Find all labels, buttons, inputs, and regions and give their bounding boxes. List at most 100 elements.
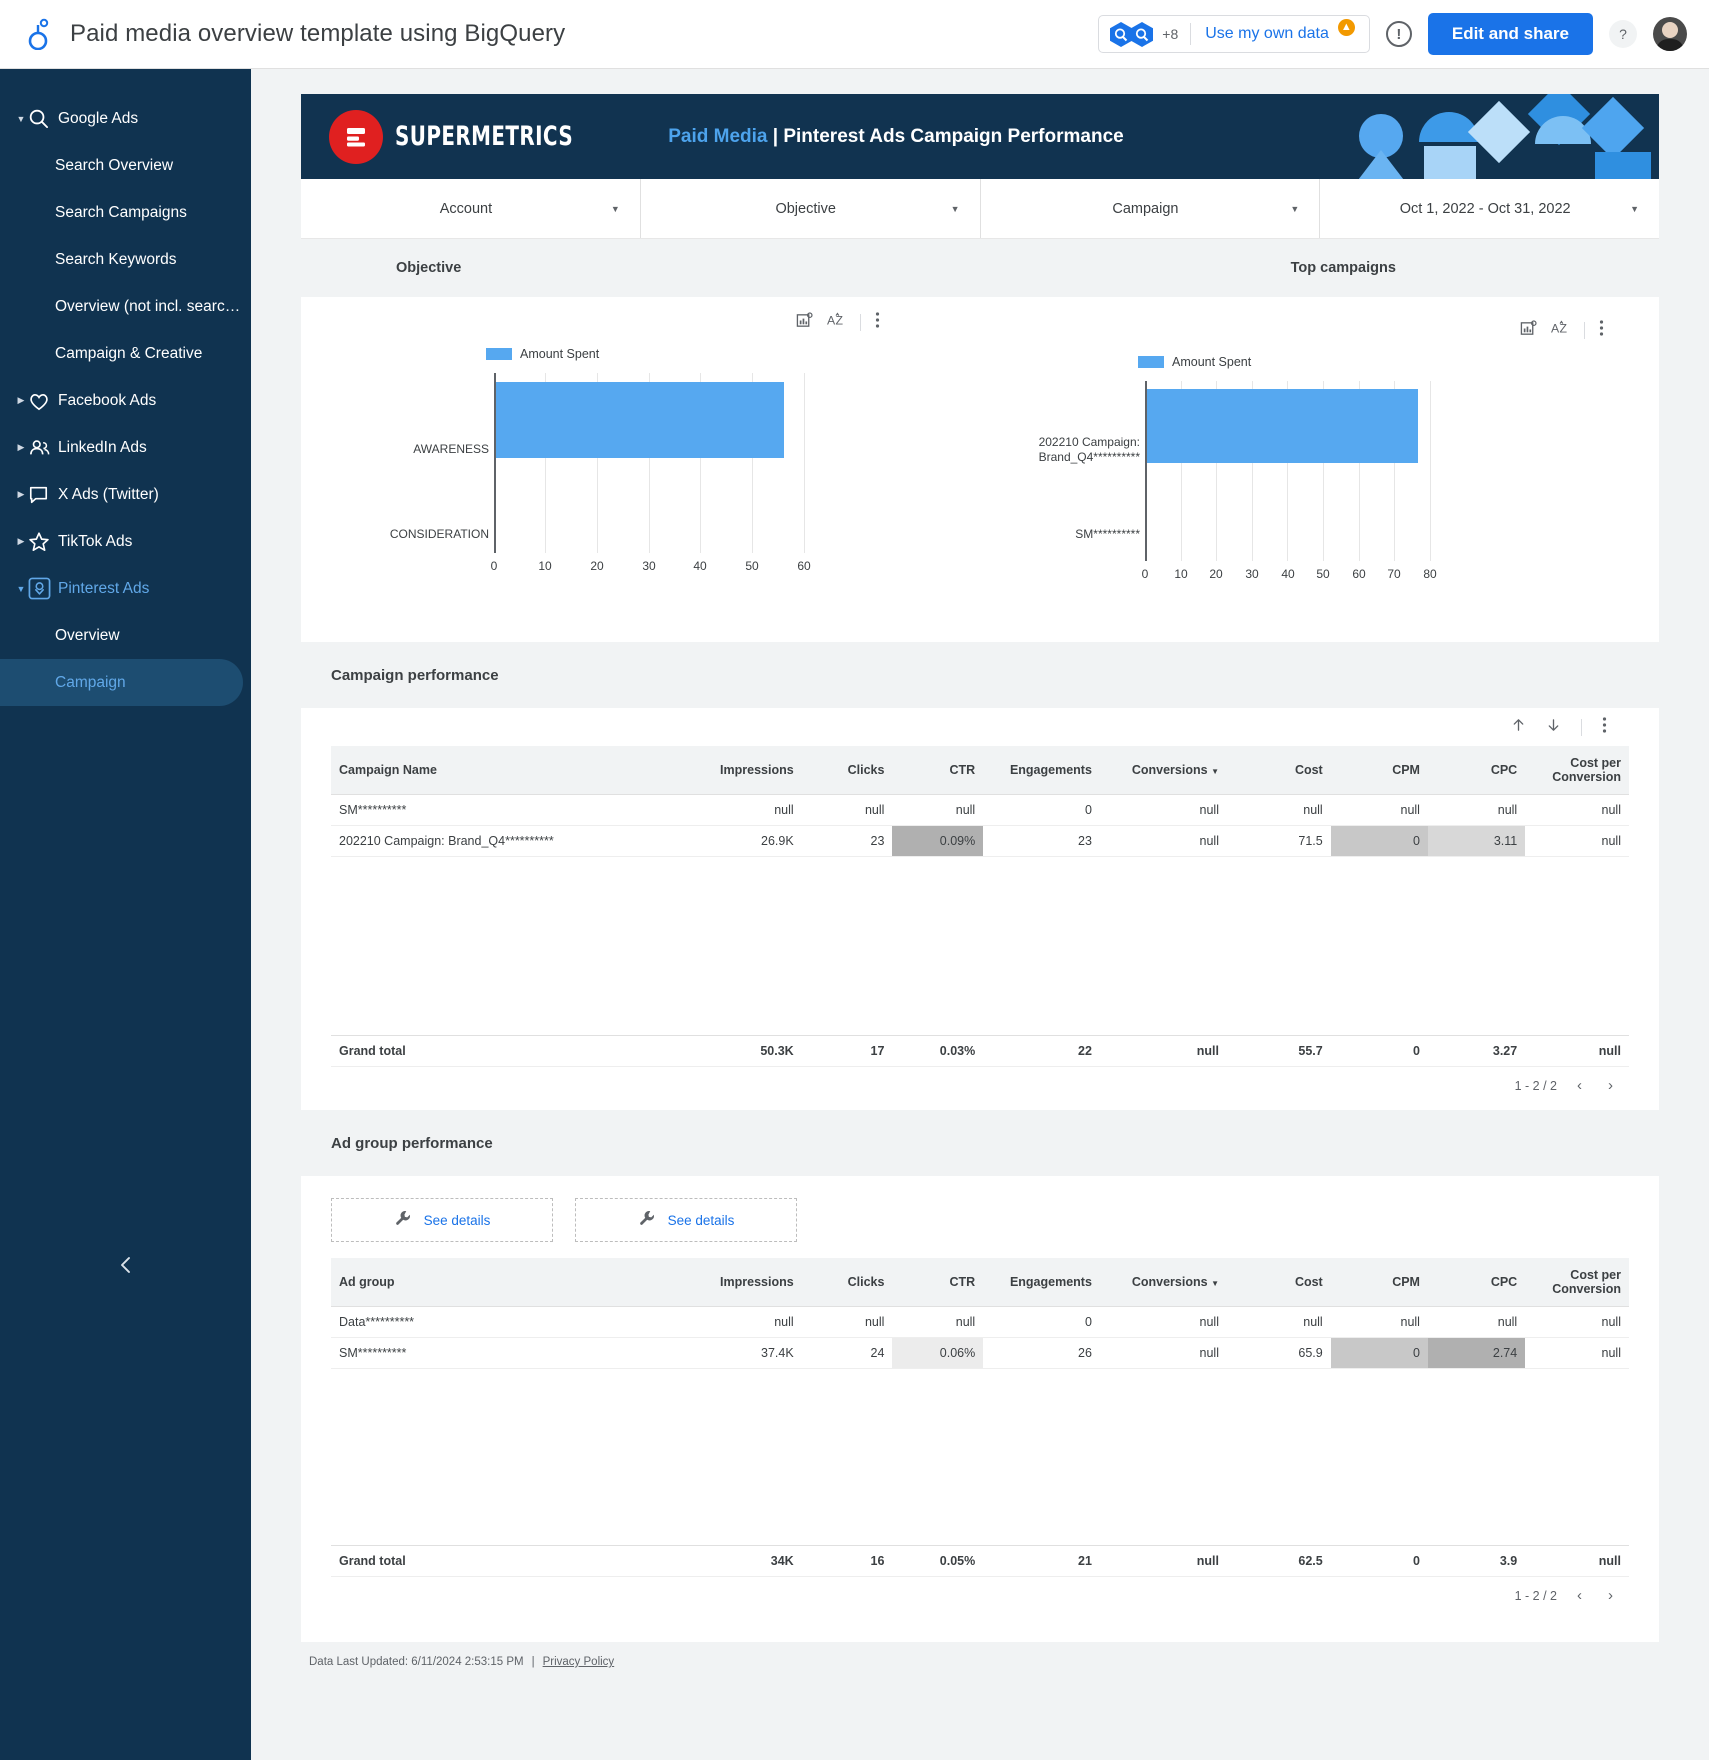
column-header-conversions[interactable]: Conversions ▼ [1099,746,1227,795]
table-row[interactable]: Data********** null null null 0 null nul… [331,1306,1629,1338]
column-header-conversions[interactable]: Conversions ▼ [1099,1258,1227,1307]
filter-date-range[interactable]: Oct 1, 2022 - Oct 31, 2022 ▼ [1319,179,1659,238]
chart-x-tick: 20 [590,559,604,573]
chart-x-tick: 40 [693,559,707,573]
see-details-button-2[interactable]: See details [575,1198,797,1242]
sidebar-item-facebook-ads[interactable]: ▶ Facebook Ads [0,377,251,424]
column-header-cost[interactable]: Cost [1226,1258,1331,1307]
column-header-engagements[interactable]: Engagements [983,746,1100,795]
sidebar-item-pinterest-overview[interactable]: Overview [0,612,251,659]
divider [860,314,861,331]
chevron-down-icon: ▼ [1211,1279,1219,1288]
chart-config-icon[interactable] [796,311,813,334]
chevron-right-icon[interactable]: › [1602,1077,1619,1094]
report-title-prefix: Paid Media [668,125,768,147]
caret-right-icon[interactable]: ▶ [14,395,28,406]
arrow-up-icon[interactable] [1511,717,1526,738]
cell-ctr: null [892,794,984,826]
caret-right-icon[interactable]: ▶ [14,536,28,547]
column-header-cpc[interactable]: CPC [1427,1258,1526,1307]
filter-account[interactable]: Account ▼ [301,179,640,238]
chevron-down-icon: ▼ [1630,203,1639,214]
bar-awareness[interactable] [496,382,784,458]
column-header-ctr[interactable]: CTR [892,1258,984,1307]
user-avatar[interactable] [1653,17,1687,51]
column-header-cost-per-conversion[interactable]: Cost per Conversion [1525,746,1629,795]
table-row[interactable]: 202210 Campaign: Brand_Q4********** 26.9… [331,825,1629,857]
see-details-button-1[interactable]: See details [331,1198,553,1242]
table-row[interactable]: SM********** 37.4K 24 0.06% 26 null 65.9… [331,1337,1629,1369]
sidebar-item-overview-not-incl-search[interactable]: Overview (not incl. searc… [0,283,251,330]
more-vertical-icon[interactable] [875,311,880,334]
caret-right-icon[interactable]: ▶ [14,489,28,500]
bar-campaign-202210[interactable] [1147,389,1418,463]
sidebar-item-pinterest-ads[interactable]: ▼ Pinterest Ads [0,565,251,612]
sidebar-collapse-button[interactable] [0,1245,251,1285]
sidebar-item-search-keywords[interactable]: Search Keywords [0,236,251,283]
sidebar-item-x-ads-twitter[interactable]: ▶ X Ads (Twitter) [0,471,251,518]
caret-right-icon[interactable]: ▶ [14,442,28,453]
column-header-cpm[interactable]: CPM [1330,746,1428,795]
chevron-down-icon: ▼ [1290,203,1300,214]
filter-label: Account [439,200,493,217]
chart-x-tick: 30 [1245,567,1259,581]
column-header-ctr[interactable]: CTR [892,746,984,795]
column-header-impressions[interactable]: Impressions [681,1258,802,1307]
column-header-engagements[interactable]: Engagements [983,1258,1100,1307]
banner-decoration [1358,94,1659,179]
caret-down-icon[interactable]: ▼ [14,114,28,124]
sidebar-item-search-overview[interactable]: Search Overview [0,142,251,189]
chevron-left-icon[interactable]: ‹ [1571,1077,1588,1094]
sidebar-item-tiktok-ads[interactable]: ▶ TikTok Ads [0,518,251,565]
table-row[interactable]: SM********** null null null 0 null null … [331,794,1629,826]
legend-swatch [1138,356,1164,368]
sidebar-item-search-campaigns[interactable]: Search Campaigns [0,189,251,236]
column-header-impressions[interactable]: Impressions [681,746,802,795]
column-header-campaign-name[interactable]: Campaign Name [331,746,682,795]
sidebar-item-linkedin-ads[interactable]: ▶ LinkedIn Ads [0,424,251,471]
data-sources-chip[interactable]: +8 Use my own data ▲ [1098,15,1370,53]
sort-az-icon[interactable]: AZ [827,312,846,334]
edit-and-share-button[interactable]: Edit and share [1427,13,1593,55]
filter-campaign[interactable]: Campaign ▼ [979,179,1320,238]
sort-az-icon[interactable]: AZ [1551,320,1570,342]
filter-objective[interactable]: Objective ▼ [639,179,980,238]
chevron-left-icon[interactable]: ‹ [1571,1587,1588,1604]
sidebar-subitem-label: Overview [55,626,120,644]
info-circle-icon[interactable]: ! [1385,21,1412,47]
cell-impressions: null [681,1306,802,1338]
toolbar-actions: +8 Use my own data ▲ ! Edit and share ? [1098,13,1687,55]
sidebar-subitem-label: Search Keywords [55,250,177,268]
warning-triangle-icon[interactable]: ▲ [1337,18,1355,36]
cell-ctr: 0.06% [892,1337,984,1369]
column-header-cost[interactable]: Cost [1226,746,1331,795]
question-mark-icon[interactable]: ? [1609,20,1637,48]
sidebar-item-label: Pinterest Ads [58,579,150,597]
bigquery-source-icon-2 [1130,21,1154,48]
chevron-right-icon[interactable]: › [1602,1587,1619,1604]
column-header-cpm[interactable]: CPM [1330,1258,1428,1307]
caret-down-icon[interactable]: ▼ [14,584,28,594]
privacy-policy-link[interactable]: Privacy Policy [543,1656,615,1668]
column-header-clicks[interactable]: Clicks [801,746,893,795]
use-my-own-data-link[interactable]: Use my own data [1205,25,1329,43]
sidebar-item-pinterest-campaign[interactable]: Campaign [0,659,243,706]
chart-config-icon[interactable] [1520,319,1537,342]
table-empty-space [331,857,1629,1035]
column-header-cpc[interactable]: CPC [1427,746,1526,795]
sidebar-item-campaign-and-creative[interactable]: Campaign & Creative [0,330,251,377]
data-last-updated: Data Last Updated: 6/11/2024 2:53:15 PM [309,1656,524,1668]
cell-conversions: null [1099,1337,1227,1369]
column-header-clicks[interactable]: Clicks [801,1258,893,1307]
footer-separator: | [531,1656,535,1668]
sidebar-item-google-ads[interactable]: ▼ Google Ads [0,95,251,142]
cell-cpm: 0 [1330,825,1428,857]
column-header-ad-group[interactable]: Ad group [331,1258,682,1307]
more-vertical-icon[interactable] [1599,319,1604,342]
arrow-down-icon[interactable] [1546,717,1561,738]
filter-bar: Account ▼ Objective ▼ Campaign ▼ Oct 1, … [301,179,1659,239]
more-vertical-icon[interactable] [1602,716,1607,739]
column-header-cost-per-conversion[interactable]: Cost per Conversion [1525,1258,1629,1307]
cell-clicks: null [801,1306,893,1338]
looker-studio-icon[interactable] [22,17,56,51]
